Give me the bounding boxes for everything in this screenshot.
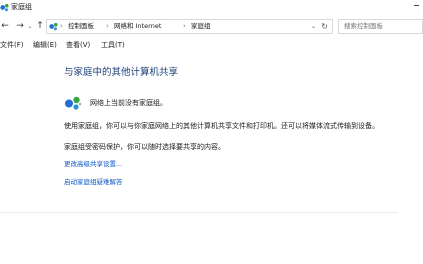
breadcrumb-separator-icon[interactable]: › [106,22,109,31]
forward-button[interactable]: → [15,21,25,32]
refresh-icon[interactable]: ↻ [321,21,328,32]
menu-edit[interactable]: 编辑(E) [33,40,57,51]
breadcrumb-separator-icon[interactable]: › [183,22,186,31]
breadcrumb-network-internet[interactable]: 网络和 Internet [114,22,161,31]
address-row: ← → ⌄ ↑ › 控制面板 › 网络和 Internet › 家庭组 ⌄ ↻ … [0,19,423,35]
menu-bar: 文件(F) 编辑(E) 查看(V) 工具(T) [0,40,423,51]
menu-tools[interactable]: 工具(T) [101,40,125,51]
divider [0,212,398,213]
title-bar: 家庭组 [0,0,423,17]
window-title: 家庭组 [11,3,32,11]
homegroup-icon [0,3,9,12]
back-button[interactable]: ← [0,21,10,32]
menu-view[interactable]: 查看(V) [66,40,90,51]
address-bar[interactable]: › 控制面板 › 网络和 Internet › 家庭组 ⌄ ↻ [46,19,333,34]
address-dropdown-icon[interactable]: ⌄ [311,22,316,31]
minimize-button[interactable] [414,5,419,6]
homegroup-icon [65,96,82,110]
breadcrumb-homegroup[interactable]: 家庭组 [191,22,211,31]
homegroup-description: 使用家庭组，你可以与你家庭网络上的其他计算机共享文件和打印机。还可以将媒体流式传… [64,122,379,130]
recent-locations-button[interactable]: ⌄ [26,21,34,32]
change-advanced-sharing-link[interactable]: 更改高级共享设置... [64,160,122,169]
search-input[interactable]: 搜索控制面板 [338,19,423,34]
breadcrumb-separator-icon[interactable]: › [60,22,63,31]
homegroup-icon [49,22,58,31]
homegroup-status: 网络上当前没有家庭组。 [90,99,167,107]
breadcrumb-control-panel[interactable]: 控制面板 [68,22,94,31]
homegroup-troubleshooter-link[interactable]: 启动家庭组疑难解答 [64,178,123,187]
up-button[interactable]: ↑ [35,21,45,32]
menu-file[interactable]: 文件(F) [0,40,24,51]
page-title: 与家庭中的其他计算机共享 [64,67,179,78]
password-protection-note: 家庭组受密码保护，你可以随时选择要共享的内容。 [64,143,225,151]
